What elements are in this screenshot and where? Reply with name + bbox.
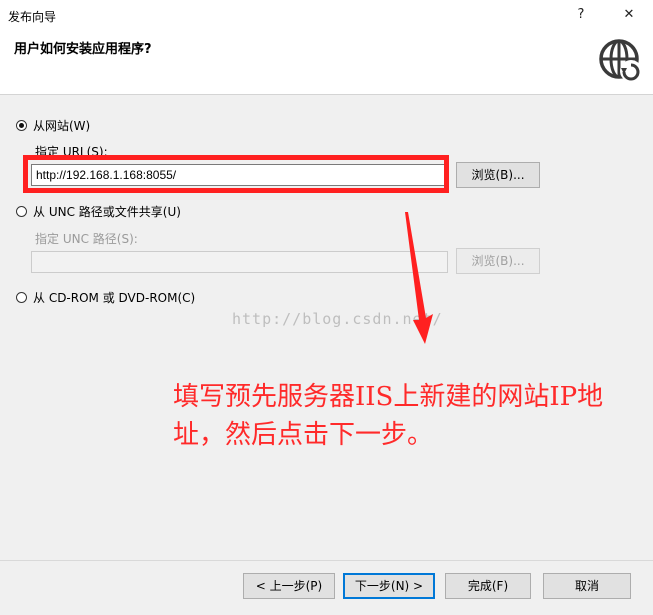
help-button[interactable]: ? [568,4,594,26]
close-button[interactable]: ✕ [616,4,642,26]
radio-unc-indicator[interactable] [16,206,27,217]
wizard-header: 用户如何安装应用程序? [0,30,653,95]
annotation-arrow-icon [405,212,433,344]
radio-website-label: 从网站(W) [33,119,91,133]
finish-button[interactable]: 完成(F) [445,573,531,599]
url-input[interactable]: http://192.168.1.168:8055/ [31,164,445,186]
next-button[interactable]: 下一步(N) > [343,573,435,599]
browse-url-button[interactable]: 浏览(B)... [456,162,540,188]
window-title: 发布向导 [8,10,57,24]
radio-unc-label: 从 UNC 路径或文件共享(U) [33,205,181,219]
radio-cdrom-indicator[interactable] [16,292,27,303]
unc-path-input[interactable] [31,251,448,273]
radio-cdrom[interactable]: 从 CD-ROM 或 DVD-ROM(C) [16,289,195,306]
radio-website-indicator[interactable] [16,120,27,131]
globe-icon [599,39,642,82]
url-field-label: 指定 URL(S): [35,145,108,159]
unc-field-label: 指定 UNC 路径(S): [35,232,138,246]
radio-website[interactable]: 从网站(W) [16,117,90,134]
cancel-button[interactable]: 取消 [543,573,631,599]
footer-divider [0,560,653,561]
annotation-text: 填写预先服务器IIS上新建的网站IP地址，然后点击下一步。 [173,382,604,450]
page-title: 用户如何安装应用程序? [14,42,152,57]
title-bar: 发布向导 ? ✕ [0,0,653,30]
radio-cdrom-label: 从 CD-ROM 或 DVD-ROM(C) [33,291,196,305]
prev-button[interactable]: < 上一步(P) [243,573,335,599]
radio-unc[interactable]: 从 UNC 路径或文件共享(U) [16,203,181,220]
browse-unc-button[interactable]: 浏览(B)... [456,248,540,274]
